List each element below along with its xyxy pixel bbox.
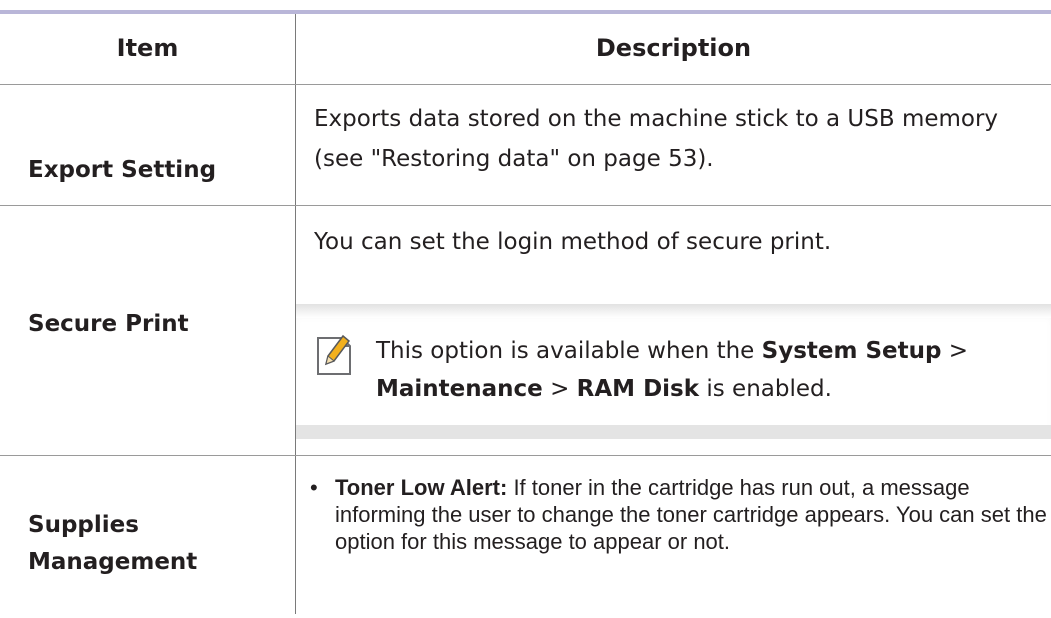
header-rule [0, 84, 1051, 85]
row-rule [0, 455, 1051, 456]
settings-table-page: Item Description Export Setting Exports … [0, 0, 1051, 618]
row-rule [0, 205, 1051, 206]
table-top-rule [0, 10, 1051, 14]
note-bold-ram-disk: RAM Disk [576, 376, 700, 402]
note-box: This option is available when the System… [296, 304, 1051, 439]
note-text: This option is available when the System… [376, 338, 969, 402]
bullet-text: Toner Low Alert: If toner in the cartrid… [335, 475, 1047, 554]
row-supplies-management-label: Supplies Management [28, 512, 198, 575]
note-bold-maintenance: Maintenance [376, 376, 543, 402]
header-item: Item [116, 34, 179, 62]
row-export-setting-description: Exports data stored on the machine stick… [314, 106, 999, 172]
bullet-dot: • [310, 475, 318, 500]
note-pencil-icon [316, 334, 356, 378]
header-description: Description [595, 34, 752, 62]
bullet-bold-toner-low-alert: Toner Low Alert: [335, 475, 508, 500]
note-bold-system-setup: System Setup [761, 338, 942, 364]
row-export-setting-label: Export Setting [28, 157, 217, 183]
row-secure-print-description: You can set the login method of secure p… [314, 229, 832, 255]
row-secure-print-label: Secure Print [28, 311, 189, 337]
